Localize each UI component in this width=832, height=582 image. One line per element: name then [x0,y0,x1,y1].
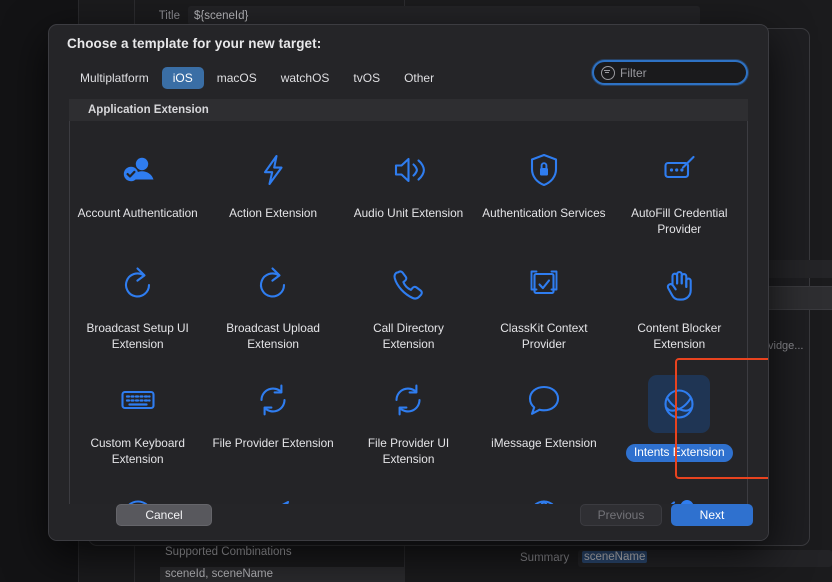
template-chooser-dialog: Choose a template for your new target: M… [48,24,769,541]
group-header-application-extension: Application Extension [69,99,748,122]
refresh-arrow-icon [113,260,163,310]
template-label: File Provider Extension [212,436,334,450]
template-cell-partial[interactable] [70,480,205,505]
speech-bubble-icon [519,375,569,425]
template-label: Account Authentication [77,206,198,220]
template-cell-custom-keyboard-extension[interactable]: Custom Keyboard Extension [70,365,205,480]
account-authentication-icon [113,145,163,195]
filter-placeholder: Filter [620,65,647,80]
background-supported-label: Supported Combinations [165,546,292,558]
template-label: Broadcast Setup UI Extension [86,321,189,351]
template-cell-autofill-credential-provider[interactable]: AutoFill Credential Provider [612,135,747,250]
keyboard-icon [113,375,163,425]
intents-ui-icon [113,490,163,505]
refresh-arrow-icon [248,260,298,310]
sync-arrows-icon [248,375,298,425]
template-label: Custom Keyboard Extension [90,436,185,466]
template-label: AutoFill Credential Provider [631,206,728,236]
background-title-label: Title [158,9,180,22]
speaker-icon [383,145,433,195]
notification-content-icon [654,490,704,505]
template-cell-broadcast-upload-extension[interactable]: Broadcast Upload Extension [205,250,340,365]
background-dropdown-field[interactable]: ▲▼ [759,286,832,310]
filter-field[interactable]: Filter [594,62,746,83]
platform-tab-other[interactable]: Other [393,67,445,89]
message-filter-icon [383,490,433,505]
phone-icon [383,260,433,310]
network-extension-icon [519,490,569,505]
template-cell-content-blocker-extension[interactable]: Content Blocker Extension [612,250,747,365]
template-cell-intents-extension[interactable]: Intents Extension [612,365,747,480]
template-label: Content Blocker Extension [637,321,722,351]
previous-button[interactable]: Previous [580,504,662,526]
template-cell-audio-unit-extension[interactable]: Audio Unit Extension [341,135,476,250]
hand-raised-icon [654,260,704,310]
template-cell-call-directory-extension[interactable]: Call Directory Extension [341,250,476,365]
group-header-label: Application Extension [88,104,209,116]
template-cell-partial[interactable] [205,480,340,505]
dialog-title: Choose a template for your new target: [67,36,322,51]
template-cell-imessage-extension[interactable]: iMessage Extension [476,365,611,480]
bolt-icon [248,145,298,195]
background-summary-label: Summary [520,552,570,564]
background-title-row: Title ${sceneId} [140,5,700,26]
background-supported-value: sceneId, sceneName [165,568,274,580]
platform-tab-tvos[interactable]: tvOS [342,67,391,89]
template-label: Call Directory Extension [373,321,444,351]
intents-circle-icon [648,375,711,433]
background-supported-row[interactable]: sceneId, sceneName [160,567,405,582]
template-label: ClassKit Context Provider [500,321,588,351]
shield-lock-icon [519,145,569,195]
dialog-button-bar: Cancel Previous Next [49,504,768,540]
template-label: iMessage Extension [491,436,597,450]
template-cell-classkit-context-provider[interactable]: ClassKit Context Provider [476,250,611,365]
platform-tab-watchos[interactable]: watchOS [270,67,341,89]
template-grid-scroll[interactable]: Account Authentication Action Extension Au… [69,121,748,505]
template-cell-partial[interactable] [612,480,747,505]
template-label: Audio Unit Extension [353,206,464,220]
template-cell-account-authentication[interactable]: Account Authentication [70,135,205,250]
background-field-a[interactable] [759,260,832,278]
template-cell-file-provider-ui-extension[interactable]: File Provider UI Extension [341,365,476,480]
app-window: Title ${sceneId} ▲▼ vidge... Supported C… [0,0,832,582]
template-cell-authentication-services[interactable]: Authentication Services [476,135,611,250]
background-title-field[interactable]: ${sceneId} [188,6,700,25]
background-truncated-text: vidge... [768,340,804,352]
sync-arrows-icon [383,375,433,425]
platform-tab-multiplatform[interactable]: Multiplatform [69,67,160,89]
template-cell-action-extension[interactable]: Action Extension [205,135,340,250]
next-button[interactable]: Next [671,504,753,526]
template-label: Action Extension [229,206,318,220]
filter-icon [601,65,615,80]
cancel-button[interactable]: Cancel [116,504,212,526]
platform-tabs: Multiplatform iOS macOS watchOS tvOS Other [69,66,445,89]
template-cell-partial[interactable] [341,480,476,505]
template-label: File Provider UI Extension [367,436,450,466]
background-summary-value: sceneName [582,551,648,563]
template-grid: Account Authentication Action Extension Au… [70,121,747,505]
platform-tab-macos[interactable]: macOS [206,67,268,89]
background-summary-field[interactable]: sceneName [578,550,832,567]
platform-tab-ios[interactable]: iOS [161,66,204,89]
autofill-pencil-icon [654,145,704,195]
template-cell-file-provider-extension[interactable]: File Provider Extension [205,365,340,480]
template-label: Broadcast Upload Extension [226,321,320,351]
template-cell-broadcast-setup-ui-extension[interactable]: Broadcast Setup UI Extension [70,250,205,365]
template-label: Authentication Services [482,206,606,220]
location-push-icon [248,490,298,505]
checkmark-board-icon [519,260,569,310]
template-label: Intents Extension [626,444,733,462]
template-cell-partial[interactable] [476,480,611,505]
